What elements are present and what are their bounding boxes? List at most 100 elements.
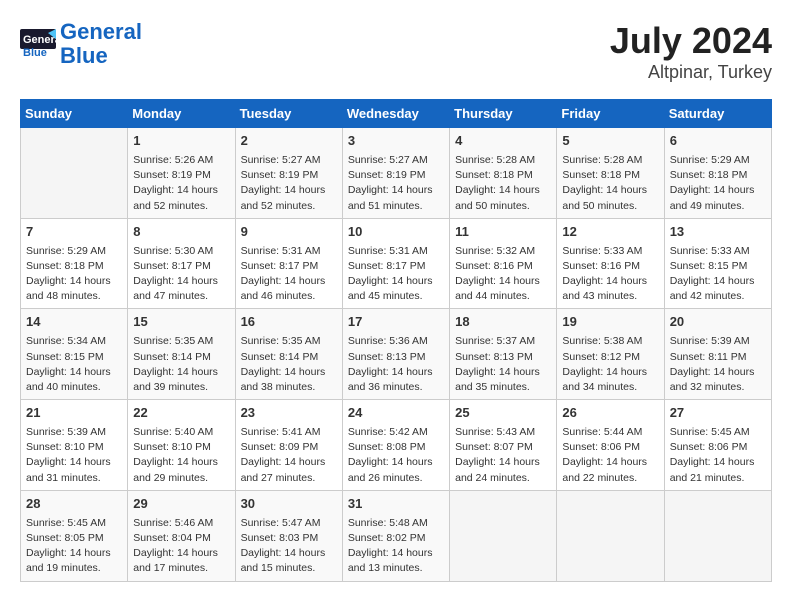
- logo-text: General Blue: [60, 20, 142, 68]
- weekday-header: Thursday: [450, 100, 557, 128]
- day-info: Sunrise: 5:36 AM Sunset: 8:13 PM Dayligh…: [348, 334, 444, 395]
- day-info: Sunrise: 5:33 AM Sunset: 8:16 PM Dayligh…: [562, 244, 658, 305]
- day-info: Sunrise: 5:29 AM Sunset: 8:18 PM Dayligh…: [26, 244, 122, 305]
- calendar-cell: 25Sunrise: 5:43 AM Sunset: 8:07 PM Dayli…: [450, 400, 557, 491]
- calendar-cell: 14 Sunrise: 5:34 AM Sunset: 8:15 PM Dayli…: [21, 309, 128, 400]
- weekday-header-row: SundayMondayTuesdayWednesdayThursdayFrid…: [21, 100, 772, 128]
- day-number: 1: [133, 132, 229, 151]
- calendar-cell: 27Sunrise: 5:45 AM Sunset: 8:06 PM Dayli…: [664, 400, 771, 491]
- day-number: 13: [670, 223, 766, 242]
- day-info: Sunrise: 5:31 AM Sunset: 8:17 PM Dayligh…: [241, 244, 337, 305]
- weekday-header: Wednesday: [342, 100, 449, 128]
- day-number: 15: [133, 313, 229, 332]
- day-info: Sunrise: 5:27 AM Sunset: 8:19 PM Dayligh…: [348, 153, 444, 214]
- day-info: Sunrise: 5:41 AM Sunset: 8:09 PM Dayligh…: [241, 425, 337, 486]
- calendar-cell: [557, 490, 664, 581]
- day-number: 22: [133, 404, 229, 423]
- svg-text:General: General: [23, 34, 56, 46]
- day-number: 29: [133, 495, 229, 514]
- day-number: 27: [670, 404, 766, 423]
- day-number: 14: [26, 313, 122, 332]
- day-info: Sunrise: 5:35 AM Sunset: 8:14 PM Dayligh…: [133, 334, 229, 395]
- day-info: Sunrise: 5:27 AM Sunset: 8:19 PM Dayligh…: [241, 153, 337, 214]
- day-number: 30: [241, 495, 337, 514]
- logo-line2: Blue: [60, 43, 108, 68]
- calendar-week-row: 28Sunrise: 5:45 AM Sunset: 8:05 PM Dayli…: [21, 490, 772, 581]
- day-info: Sunrise: 5:28 AM Sunset: 8:18 PM Dayligh…: [455, 153, 551, 214]
- calendar-cell: 9 Sunrise: 5:31 AM Sunset: 8:17 PM Daylig…: [235, 218, 342, 309]
- day-info: Sunrise: 5:44 AM Sunset: 8:06 PM Dayligh…: [562, 425, 658, 486]
- day-number: 20: [670, 313, 766, 332]
- day-info: Sunrise: 5:26 AM Sunset: 8:19 PM Dayligh…: [133, 153, 229, 214]
- day-number: 9: [241, 223, 337, 242]
- calendar-cell: 21 Sunrise: 5:39 AM Sunset: 8:10 PM Dayli…: [21, 400, 128, 491]
- svg-text:Blue: Blue: [23, 47, 47, 59]
- logo: General Blue General Blue: [20, 20, 142, 68]
- day-number: 28: [26, 495, 122, 514]
- day-info: Sunrise: 5:28 AM Sunset: 8:18 PM Dayligh…: [562, 153, 658, 214]
- day-number: 23: [241, 404, 337, 423]
- weekday-header: Friday: [557, 100, 664, 128]
- title-block: July 2024 Altpinar, Turkey: [610, 20, 772, 83]
- calendar-cell: 19 Sunrise: 5:38 AM Sunset: 8:12 PM Dayli…: [557, 309, 664, 400]
- day-number: 19: [562, 313, 658, 332]
- calendar-week-row: 7 Sunrise: 5:29 AM Sunset: 8:18 PM Daylig…: [21, 218, 772, 309]
- calendar-cell: 3 Sunrise: 5:27 AM Sunset: 8:19 PM Daylig…: [342, 128, 449, 219]
- calendar-cell: 11 Sunrise: 5:32 AM Sunset: 8:16 PM Dayli…: [450, 218, 557, 309]
- calendar-cell: 10Sunrise: 5:31 AM Sunset: 8:17 PM Dayli…: [342, 218, 449, 309]
- calendar-cell: 8 Sunrise: 5:30 AM Sunset: 8:17 PM Daylig…: [128, 218, 235, 309]
- calendar-cell: 4 Sunrise: 5:28 AM Sunset: 8:18 PM Daylig…: [450, 128, 557, 219]
- day-number: 8: [133, 223, 229, 242]
- day-info: Sunrise: 5:48 AM Sunset: 8:02 PM Dayligh…: [348, 516, 444, 577]
- day-info: Sunrise: 5:35 AM Sunset: 8:14 PM Dayligh…: [241, 334, 337, 395]
- day-info: Sunrise: 5:47 AM Sunset: 8:03 PM Dayligh…: [241, 516, 337, 577]
- calendar-cell: 12Sunrise: 5:33 AM Sunset: 8:16 PM Dayli…: [557, 218, 664, 309]
- calendar-cell: 20 Sunrise: 5:39 AM Sunset: 8:11 PM Dayli…: [664, 309, 771, 400]
- calendar-cell: 7 Sunrise: 5:29 AM Sunset: 8:18 PM Daylig…: [21, 218, 128, 309]
- day-number: 7: [26, 223, 122, 242]
- calendar-cell: 28Sunrise: 5:45 AM Sunset: 8:05 PM Dayli…: [21, 490, 128, 581]
- calendar-cell: 16Sunrise: 5:35 AM Sunset: 8:14 PM Dayli…: [235, 309, 342, 400]
- weekday-header: Saturday: [664, 100, 771, 128]
- calendar-week-row: 1 Sunrise: 5:26 AM Sunset: 8:19 PM Daylig…: [21, 128, 772, 219]
- day-info: Sunrise: 5:40 AM Sunset: 8:10 PM Dayligh…: [133, 425, 229, 486]
- day-number: 24: [348, 404, 444, 423]
- calendar-cell: 1 Sunrise: 5:26 AM Sunset: 8:19 PM Daylig…: [128, 128, 235, 219]
- calendar-cell: 13Sunrise: 5:33 AM Sunset: 8:15 PM Dayli…: [664, 218, 771, 309]
- day-number: 26: [562, 404, 658, 423]
- day-number: 2: [241, 132, 337, 151]
- calendar-cell: 15 Sunrise: 5:35 AM Sunset: 8:14 PM Dayli…: [128, 309, 235, 400]
- day-info: Sunrise: 5:46 AM Sunset: 8:04 PM Dayligh…: [133, 516, 229, 577]
- calendar-cell: [450, 490, 557, 581]
- day-number: 17: [348, 313, 444, 332]
- location-title: Altpinar, Turkey: [610, 62, 772, 83]
- day-number: 5: [562, 132, 658, 151]
- page-header: General Blue General Blue July 2024 Altp…: [20, 20, 772, 83]
- weekday-header: Tuesday: [235, 100, 342, 128]
- calendar-cell: 5 Sunrise: 5:28 AM Sunset: 8:18 PM Daylig…: [557, 128, 664, 219]
- day-number: 3: [348, 132, 444, 151]
- day-info: Sunrise: 5:34 AM Sunset: 8:15 PM Dayligh…: [26, 334, 122, 395]
- day-info: Sunrise: 5:37 AM Sunset: 8:13 PM Dayligh…: [455, 334, 551, 395]
- logo-line1: General: [60, 19, 142, 44]
- day-info: Sunrise: 5:39 AM Sunset: 8:11 PM Dayligh…: [670, 334, 766, 395]
- calendar-week-row: 21 Sunrise: 5:39 AM Sunset: 8:10 PM Dayli…: [21, 400, 772, 491]
- day-info: Sunrise: 5:30 AM Sunset: 8:17 PM Dayligh…: [133, 244, 229, 305]
- day-number: 11: [455, 223, 551, 242]
- day-number: 21: [26, 404, 122, 423]
- calendar-cell: 2 Sunrise: 5:27 AM Sunset: 8:19 PM Daylig…: [235, 128, 342, 219]
- calendar-cell: 6Sunrise: 5:29 AM Sunset: 8:18 PM Daylig…: [664, 128, 771, 219]
- calendar-cell: 18 Sunrise: 5:37 AM Sunset: 8:13 PM Dayli…: [450, 309, 557, 400]
- calendar-cell: 23 Sunrise: 5:41 AM Sunset: 8:09 PM Dayli…: [235, 400, 342, 491]
- weekday-header: Sunday: [21, 100, 128, 128]
- day-info: Sunrise: 5:38 AM Sunset: 8:12 PM Dayligh…: [562, 334, 658, 395]
- day-info: Sunrise: 5:32 AM Sunset: 8:16 PM Dayligh…: [455, 244, 551, 305]
- day-number: 25: [455, 404, 551, 423]
- calendar-cell: 30 Sunrise: 5:47 AM Sunset: 8:03 PM Dayli…: [235, 490, 342, 581]
- day-number: 31: [348, 495, 444, 514]
- day-info: Sunrise: 5:39 AM Sunset: 8:10 PM Dayligh…: [26, 425, 122, 486]
- day-number: 4: [455, 132, 551, 151]
- day-number: 10: [348, 223, 444, 242]
- day-number: 18: [455, 313, 551, 332]
- calendar-cell: 17 Sunrise: 5:36 AM Sunset: 8:13 PM Dayli…: [342, 309, 449, 400]
